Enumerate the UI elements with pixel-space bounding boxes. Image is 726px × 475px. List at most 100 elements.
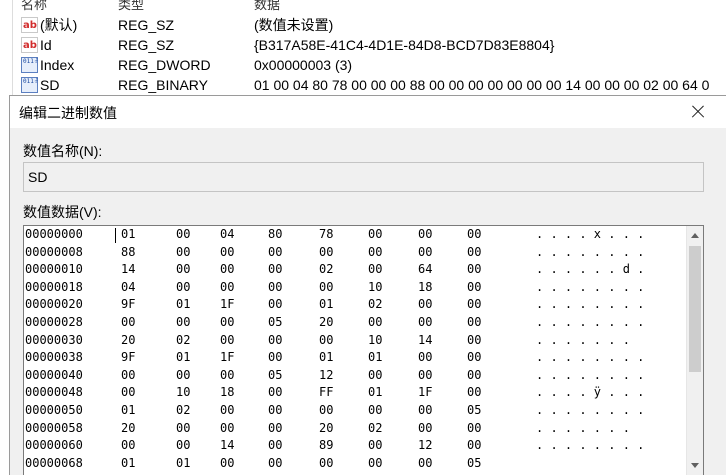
- hex-byte[interactable]: 78: [319, 226, 333, 244]
- hex-byte[interactable]: 05: [467, 402, 481, 420]
- hex-byte[interactable]: 00: [220, 279, 234, 297]
- hex-byte[interactable]: 9F: [121, 349, 135, 367]
- hex-byte[interactable]: 80: [268, 226, 282, 244]
- hex-byte[interactable]: 12: [319, 367, 333, 385]
- hex-byte[interactable]: 01: [176, 296, 190, 314]
- hex-byte[interactable]: 00: [319, 244, 333, 262]
- hex-byte[interactable]: 00: [268, 261, 282, 279]
- hex-byte[interactable]: 04: [220, 226, 234, 244]
- hex-byte[interactable]: 10: [176, 384, 190, 402]
- hex-byte[interactable]: 00: [268, 455, 282, 473]
- hex-byte[interactable]: 12: [418, 437, 432, 455]
- hex-byte[interactable]: 20: [319, 314, 333, 332]
- hex-byte[interactable]: 00: [467, 226, 481, 244]
- hex-byte[interactable]: 00: [368, 314, 382, 332]
- hex-byte[interactable]: 18: [220, 384, 234, 402]
- hex-byte[interactable]: 00: [176, 367, 190, 385]
- hex-byte[interactable]: 00: [220, 244, 234, 262]
- hex-byte[interactable]: 01: [368, 349, 382, 367]
- hex-byte[interactable]: 88: [121, 244, 135, 262]
- vertical-scrollbar[interactable]: [686, 226, 703, 475]
- hex-byte[interactable]: 00: [467, 367, 481, 385]
- hex-byte[interactable]: 00: [368, 455, 382, 473]
- hex-byte[interactable]: 14: [418, 332, 432, 350]
- hex-byte[interactable]: 01: [368, 384, 382, 402]
- hex-byte[interactable]: 00: [467, 314, 481, 332]
- hex-byte[interactable]: 20: [319, 420, 333, 438]
- hex-byte[interactable]: 00: [418, 367, 432, 385]
- hex-byte[interactable]: 00: [268, 420, 282, 438]
- hex-byte[interactable]: 00: [418, 455, 432, 473]
- hex-byte[interactable]: 00: [467, 279, 481, 297]
- hex-byte[interactable]: 00: [121, 314, 135, 332]
- hex-byte[interactable]: 00: [368, 226, 382, 244]
- hex-byte[interactable]: 00: [220, 261, 234, 279]
- hex-byte[interactable]: 00: [418, 420, 432, 438]
- hex-byte[interactable]: 18: [418, 279, 432, 297]
- scroll-down-arrow-icon[interactable]: [691, 463, 699, 468]
- hex-byte[interactable]: 00: [319, 402, 333, 420]
- hex-byte[interactable]: 00: [268, 332, 282, 350]
- hex-byte[interactable]: 14: [220, 437, 234, 455]
- hex-byte[interactable]: 00: [319, 455, 333, 473]
- hex-byte[interactable]: 00: [176, 226, 190, 244]
- hex-byte[interactable]: 00: [176, 244, 190, 262]
- hex-byte[interactable]: 00: [319, 279, 333, 297]
- hex-byte[interactable]: 14: [121, 261, 135, 279]
- hex-byte[interactable]: 05: [467, 455, 481, 473]
- hex-byte[interactable]: 00: [121, 367, 135, 385]
- hex-byte[interactable]: 1F: [418, 384, 432, 402]
- hex-byte[interactable]: 00: [268, 296, 282, 314]
- hex-byte[interactable]: 00: [467, 384, 481, 402]
- hex-byte[interactable]: 05: [268, 367, 282, 385]
- hex-byte[interactable]: 00: [368, 367, 382, 385]
- hex-byte[interactable]: 04: [121, 279, 135, 297]
- registry-row[interactable]: Index REG_DWORD 0x00000003 (3): [0, 55, 726, 75]
- hex-byte[interactable]: 20: [121, 420, 135, 438]
- hex-byte[interactable]: 00: [121, 384, 135, 402]
- hex-byte[interactable]: 00: [467, 332, 481, 350]
- hex-byte[interactable]: 00: [268, 279, 282, 297]
- hex-byte[interactable]: 01: [121, 402, 135, 420]
- hex-byte[interactable]: 00: [220, 420, 234, 438]
- hex-byte[interactable]: 00: [176, 261, 190, 279]
- hex-byte[interactable]: 00: [418, 349, 432, 367]
- hex-byte[interactable]: 02: [368, 296, 382, 314]
- registry-row[interactable]: (默认) REG_SZ (数值未设置): [0, 15, 726, 36]
- hex-byte[interactable]: 00: [418, 226, 432, 244]
- hex-byte[interactable]: 00: [268, 384, 282, 402]
- scroll-up-arrow-icon[interactable]: [691, 233, 699, 238]
- hex-byte[interactable]: 00: [268, 437, 282, 455]
- hex-byte[interactable]: 00: [368, 261, 382, 279]
- hex-byte[interactable]: 02: [176, 332, 190, 350]
- hex-byte[interactable]: 10: [368, 332, 382, 350]
- hex-byte[interactable]: 00: [467, 437, 481, 455]
- dialog-titlebar[interactable]: 编辑二进制数值: [10, 96, 726, 128]
- hex-byte[interactable]: 00: [220, 455, 234, 473]
- hex-byte[interactable]: FF: [319, 384, 333, 402]
- hex-byte[interactable]: 00: [176, 314, 190, 332]
- column-header-data[interactable]: 数据: [254, 0, 280, 13]
- hex-byte[interactable]: 00: [467, 296, 481, 314]
- hex-byte[interactable]: 00: [418, 402, 432, 420]
- hex-byte[interactable]: 01: [121, 455, 135, 473]
- hex-byte[interactable]: 00: [467, 349, 481, 367]
- hex-byte[interactable]: 00: [220, 367, 234, 385]
- hex-byte[interactable]: 00: [176, 420, 190, 438]
- hex-byte[interactable]: 00: [220, 332, 234, 350]
- hex-byte[interactable]: 00: [418, 314, 432, 332]
- hex-byte[interactable]: 02: [319, 261, 333, 279]
- hex-byte[interactable]: 20: [121, 332, 135, 350]
- hex-byte[interactable]: 00: [319, 332, 333, 350]
- registry-row[interactable]: Id REG_SZ {B317A58E-41C4-4D1E-84D8-BCD7D83…: [0, 35, 726, 56]
- hex-byte[interactable]: 10: [368, 279, 382, 297]
- hex-byte[interactable]: 01: [176, 455, 190, 473]
- close-icon[interactable]: [686, 100, 710, 124]
- hex-byte[interactable]: 00: [268, 402, 282, 420]
- hex-byte[interactable]: 00: [368, 437, 382, 455]
- hex-byte[interactable]: 00: [467, 244, 481, 262]
- hex-byte[interactable]: 9F: [121, 296, 135, 314]
- hex-byte[interactable]: 02: [368, 420, 382, 438]
- hex-byte[interactable]: 89: [319, 437, 333, 455]
- column-header-name[interactable]: 名称: [21, 0, 47, 13]
